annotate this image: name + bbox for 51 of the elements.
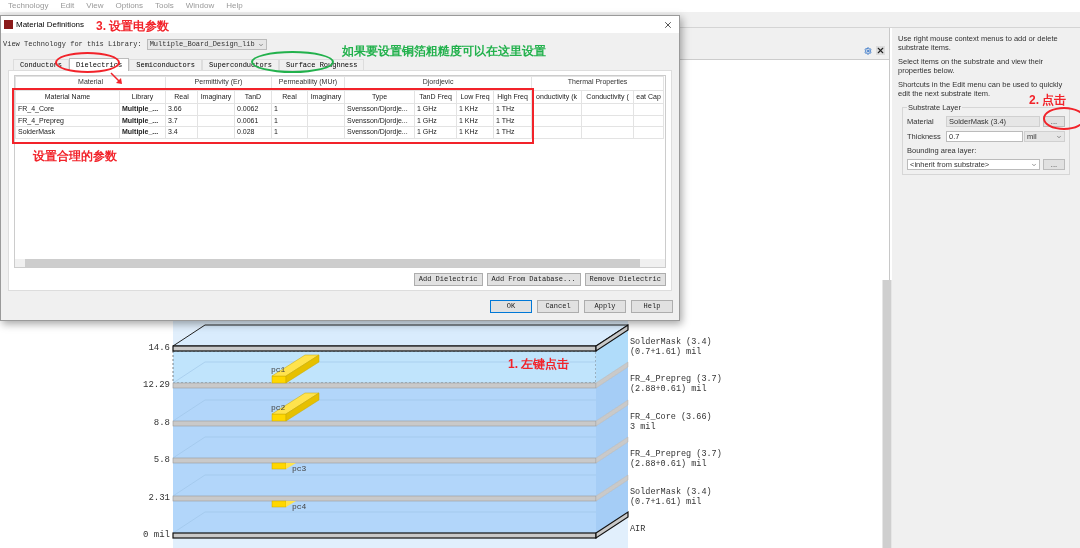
trace[interactable]	[271, 392, 320, 422]
trace[interactable]	[271, 354, 320, 384]
highlight-ellipse	[1043, 107, 1080, 130]
close-icon[interactable]	[876, 46, 885, 55]
settings-icon[interactable]	[864, 47, 872, 55]
trace-label: pc4	[292, 502, 307, 511]
table-cell	[197, 115, 235, 127]
trace-label: pc3	[292, 464, 307, 473]
axis-label: 8.8	[153, 418, 170, 428]
table-cell	[633, 115, 664, 127]
chevron-down-icon	[257, 41, 264, 48]
annotation-text: 如果要设置铜箔粗糙度可以在这里设置	[342, 43, 546, 60]
axis-label: 14.6	[148, 343, 170, 353]
table-cell	[581, 115, 634, 127]
layer-label: SolderMask (3.4) (0.7+1.61) mil	[630, 337, 712, 357]
table-cell	[581, 126, 634, 138]
layer-label: FR_4_Prepreg (3.7) (2.88+0.61) mil	[630, 374, 722, 394]
table-cell	[307, 115, 345, 127]
layer-label: FR_4_Prepreg (3.7) (2.88+0.61) mil	[630, 449, 722, 469]
table-cell	[307, 103, 345, 115]
trace-label: pc1	[271, 365, 286, 374]
table-cell	[307, 126, 345, 138]
table-cell	[581, 103, 634, 115]
axis-label: 12.29	[143, 380, 170, 390]
copper-plane[interactable]	[172, 323, 629, 353]
trace-label: pc2	[271, 403, 286, 412]
chevron-down-icon	[1056, 133, 1062, 140]
annotation-text: 设置合理的参数	[33, 148, 117, 165]
chevron-down-icon	[1031, 161, 1037, 168]
table-cell	[197, 126, 235, 138]
window-title: Material Definitions	[16, 18, 85, 31]
pointer-arrow	[110, 72, 124, 86]
copper-plane[interactable]	[172, 510, 629, 540]
annotation-text: 3. 设置电参数	[96, 18, 170, 35]
layer-label: AIR	[630, 524, 646, 534]
table-cell	[531, 126, 582, 138]
table-cell	[197, 103, 235, 115]
table-cell	[531, 103, 582, 115]
layer-label: FR_4_Core (3.66) 3 mil	[630, 412, 712, 432]
table-cell	[531, 115, 582, 127]
scrollbar[interactable]	[882, 280, 892, 548]
table-cell	[633, 103, 664, 115]
horizontal-scrollbar[interactable]	[15, 259, 665, 267]
axis-label: 5.8	[153, 455, 170, 465]
table-cell	[633, 126, 664, 138]
axis-label: 0 mil	[143, 530, 170, 540]
layer-label: SolderMask (3.4) (0.7+1.61) mil	[630, 487, 712, 507]
app-icon	[4, 20, 13, 29]
axis-label: 2.31	[148, 493, 170, 503]
annotation-text: 1. 左键点击	[508, 356, 570, 373]
close-icon[interactable]	[663, 19, 673, 30]
